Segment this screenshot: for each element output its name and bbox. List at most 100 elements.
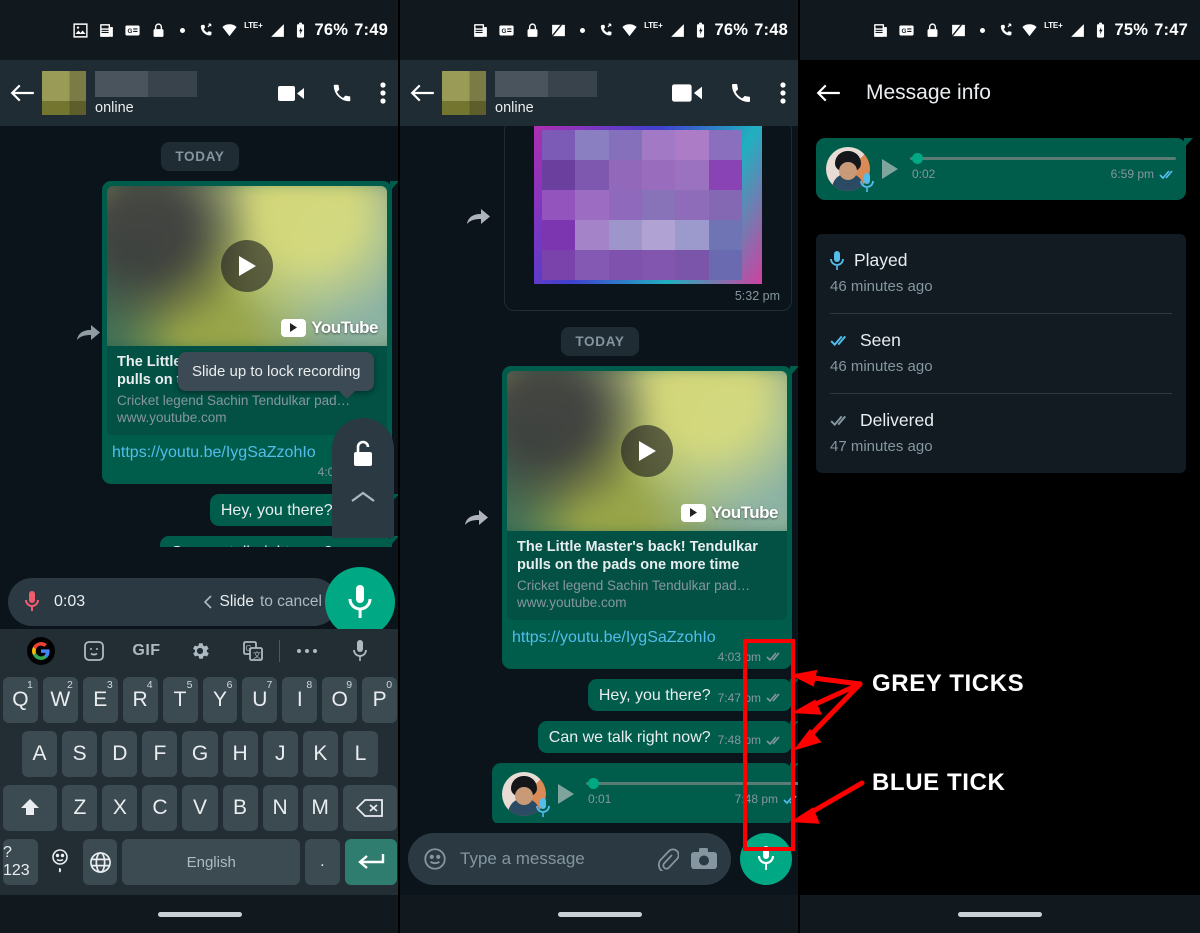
day-divider: TODAY: [561, 327, 639, 356]
message-info-bubble-wrap: 0:02 6:59 pm: [800, 126, 1200, 200]
gesture-nav-pill[interactable]: [958, 911, 1042, 917]
attach-icon[interactable]: [655, 847, 679, 871]
backspace-key[interactable]: [342, 785, 397, 831]
contact-info[interactable]: online: [95, 70, 197, 116]
screenshot-root: G LTE+ 76% 7:49 online TODAY YouTube The…: [0, 0, 1200, 933]
google-logo-icon-wrap[interactable]: [14, 637, 67, 665]
message-text: Can we talk right now?: [171, 543, 333, 547]
play-button-icon[interactable]: [221, 239, 273, 292]
key-a[interactable]: A: [22, 731, 58, 777]
key-q[interactable]: 1Q: [2, 677, 38, 723]
video-call-icon[interactable]: [278, 84, 304, 103]
key-b[interactable]: B: [222, 785, 258, 831]
play-button-icon[interactable]: [556, 782, 576, 806]
message-link-url[interactable]: https://youtu.be/IygSaZzohIo: [502, 625, 792, 650]
back-arrow-icon[interactable]: [10, 82, 36, 104]
overflow-menu-icon[interactable]: [380, 82, 386, 104]
camera-icon[interactable]: [691, 848, 717, 870]
key-r[interactable]: 4R: [122, 677, 158, 723]
pixelated-image: [534, 126, 762, 284]
double-tick-icon-grey: [766, 652, 780, 662]
key-n[interactable]: N: [262, 785, 298, 831]
overflow-menu-icon[interactable]: [780, 81, 786, 105]
link-preview-bubble[interactable]: YouTube The Little Master's back! Tendul…: [502, 366, 799, 669]
enter-key[interactable]: [344, 839, 397, 885]
image-icon: [73, 22, 88, 38]
contact-name-blurred: [95, 70, 197, 97]
youtube-thumbnail[interactable]: YouTube: [107, 186, 387, 346]
key-z[interactable]: Z: [62, 785, 98, 831]
play-button-icon[interactable]: [880, 157, 900, 181]
lock-recording-pill[interactable]: [332, 418, 394, 538]
space-key[interactable]: English: [122, 839, 300, 885]
audio-progress-track[interactable]: [586, 778, 800, 790]
contact-info[interactable]: online: [495, 70, 597, 116]
voice-input-icon-wrap[interactable]: [333, 639, 386, 663]
language-globe-key[interactable]: [82, 839, 118, 885]
translate-icon-wrap[interactable]: G文: [226, 639, 279, 663]
panel-sent-messages-ticks: G LTE+ 76% 7:48 online 5:32 pm TODAY You…: [400, 0, 800, 933]
contact-avatar-blurred[interactable]: [442, 71, 486, 115]
key-v[interactable]: V: [182, 785, 218, 831]
back-arrow-icon[interactable]: [410, 82, 436, 104]
message-meta: 4:03 pm: [502, 650, 792, 669]
key-label: T: [173, 688, 187, 711]
voice-call-icon[interactable]: [331, 82, 353, 104]
mic-record-button[interactable]: [325, 567, 395, 637]
settings-gear-icon-wrap[interactable]: [173, 640, 226, 662]
voice-message-bubble[interactable]: 0:01 7:48 pm: [492, 763, 800, 826]
audio-progress-track[interactable]: [910, 153, 1176, 164]
key-t[interactable]: 5T: [162, 677, 198, 723]
mic-button[interactable]: [740, 833, 792, 885]
back-arrow-icon[interactable]: [816, 82, 842, 104]
sticker-icon-wrap[interactable]: [67, 639, 120, 663]
key-w[interactable]: 2W: [42, 677, 78, 723]
gesture-nav-pill[interactable]: [558, 911, 642, 917]
key-e[interactable]: 3E: [82, 677, 118, 723]
key-x[interactable]: X: [102, 785, 138, 831]
key-l[interactable]: L: [342, 731, 378, 777]
key-f[interactable]: F: [142, 731, 178, 777]
key-k[interactable]: K: [302, 731, 338, 777]
key-m[interactable]: M: [302, 785, 338, 831]
text-bubble[interactable]: Can we talk right now? 7:48 pm: [537, 720, 800, 754]
forward-icon[interactable]: [464, 205, 492, 227]
period-key[interactable]: .: [304, 839, 340, 885]
key-h[interactable]: H: [222, 731, 258, 777]
more-options-icon-wrap[interactable]: [280, 647, 333, 655]
recording-duration: 0:03: [54, 593, 86, 610]
key-p[interactable]: 0P: [362, 677, 398, 723]
emoji-comma-key[interactable]: [43, 839, 78, 885]
video-call-icon[interactable]: [672, 82, 702, 104]
key-j[interactable]: J: [262, 731, 298, 777]
played-mic-icon: [830, 250, 844, 270]
key-s[interactable]: S: [62, 731, 98, 777]
contact-avatar-blurred[interactable]: [42, 71, 86, 115]
audio-progress-knob[interactable]: [588, 778, 599, 790]
audio-progress-knob[interactable]: [912, 153, 923, 164]
google-news-icon: G: [499, 25, 514, 35]
key-u[interactable]: 7U: [242, 677, 278, 723]
voice-message-bubble[interactable]: 0:02 6:59 pm: [816, 138, 1193, 200]
key-i[interactable]: 8I: [282, 677, 318, 723]
image-message-bubble[interactable]: 5:32 pm: [504, 126, 792, 311]
play-button-icon[interactable]: [621, 424, 673, 477]
gesture-nav-pill[interactable]: [158, 911, 242, 917]
key-o[interactable]: 9O: [322, 677, 358, 723]
voice-call-icon[interactable]: [729, 81, 753, 105]
emoji-icon[interactable]: [422, 846, 448, 872]
symbols-key[interactable]: ?123: [3, 839, 38, 885]
key-y[interactable]: 6Y: [202, 677, 238, 723]
key-d[interactable]: D: [102, 731, 138, 777]
youtube-play-icon: [681, 503, 707, 522]
key-c[interactable]: C: [142, 785, 178, 831]
text-bubble[interactable]: Hey, you there? 7:47 pm: [587, 678, 800, 711]
forward-icon[interactable]: [462, 506, 490, 528]
gif-icon-wrap[interactable]: GIF: [120, 642, 173, 660]
shift-key[interactable]: [3, 785, 58, 831]
message-input-field[interactable]: Type a message: [408, 833, 731, 885]
forward-icon[interactable]: [74, 321, 102, 343]
youtube-thumbnail[interactable]: YouTube: [507, 371, 787, 531]
key-g[interactable]: G: [182, 731, 218, 777]
slide-to-cancel-hint[interactable]: Slide to cancel: [204, 593, 322, 611]
